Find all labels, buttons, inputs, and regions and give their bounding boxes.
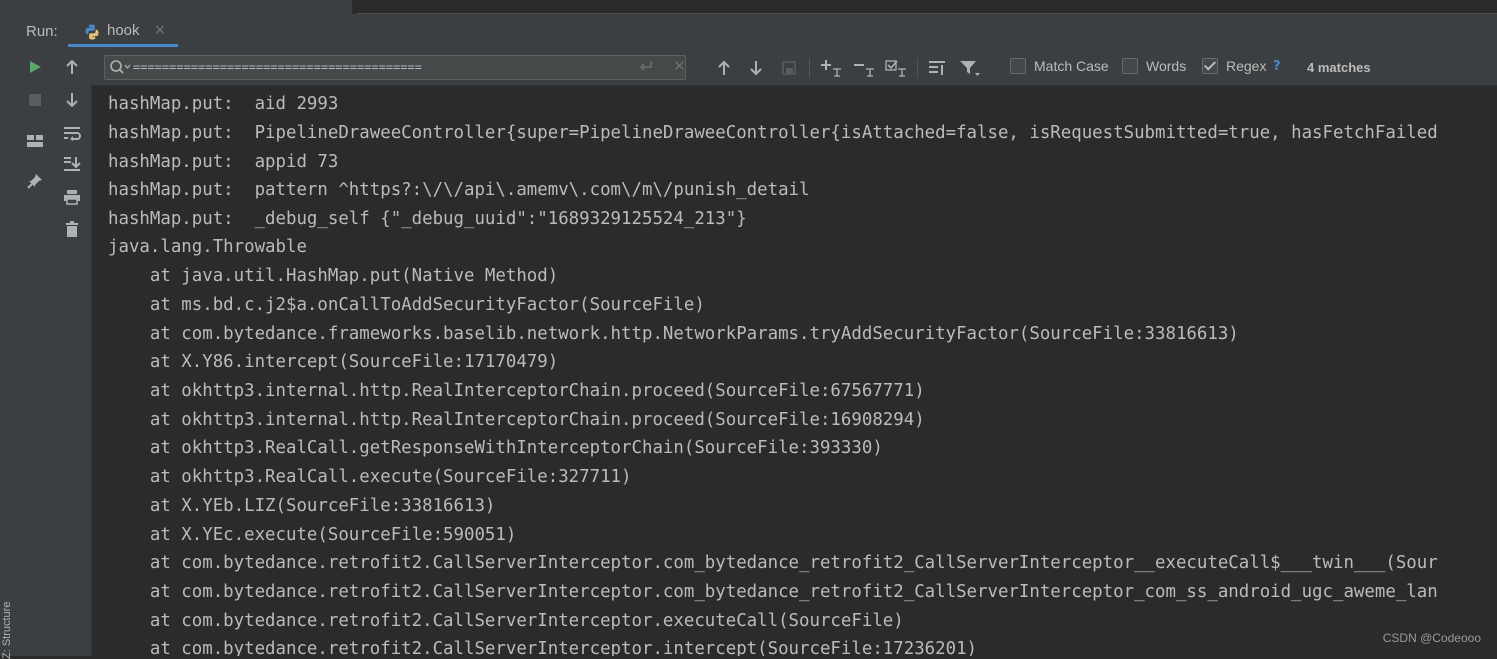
- console-line: at com.bytedance.retrofit2.CallServerInt…: [108, 553, 1438, 573]
- separator: [809, 58, 810, 78]
- words-option[interactable]: Words: [1122, 58, 1186, 74]
- filter-icon[interactable]: [957, 56, 983, 80]
- scroll-to-end-icon[interactable]: [58, 151, 86, 177]
- print-icon[interactable]: [58, 184, 86, 210]
- trash-icon[interactable]: [58, 216, 86, 242]
- words-label: Words: [1146, 58, 1187, 74]
- top-panel-edge: [0, 0, 1497, 14]
- select-all-icon[interactable]: [776, 56, 802, 80]
- console-line: at X.YEc.execute(SourceFile:590051): [108, 525, 517, 545]
- watermark: CSDN @Codeooo: [1382, 631, 1481, 645]
- soft-wrap-icon[interactable]: [58, 120, 86, 146]
- editor-area-strip: [357, 0, 1497, 14]
- console-search-bar: ✕ Match Case Words Regex ? 4 matches: [91, 50, 1497, 86]
- run-toolwindow-header: Run: hook ×: [17, 14, 1497, 51]
- newline-icon[interactable]: [637, 59, 653, 74]
- console-line: at com.bytedance.retrofit2.CallServerInt…: [108, 582, 1438, 602]
- regex-option[interactable]: Regex: [1202, 58, 1266, 74]
- search-input[interactable]: [133, 58, 623, 76]
- python-icon: [85, 24, 99, 40]
- words-checkbox[interactable]: [1122, 58, 1138, 74]
- console-line: at com.bytedance.frameworks.baselib.netw…: [108, 324, 1239, 344]
- add-selection-icon[interactable]: [818, 56, 844, 80]
- structure-tool-button[interactable]: Z: Structure: [1, 602, 13, 659]
- console-line: at okhttp3.RealCall.getResponseWithInter…: [108, 438, 883, 458]
- console-line: at okhttp3.RealCall.execute(SourceFile:3…: [108, 467, 632, 487]
- console-line: at X.Y86.intercept(SourceFile:17170479): [108, 352, 559, 372]
- tab-label: hook: [107, 22, 140, 39]
- filter-settings-icon[interactable]: [924, 56, 950, 80]
- tab-hook[interactable]: hook ×: [68, 14, 178, 47]
- close-icon[interactable]: ×: [154, 22, 166, 38]
- console-line: at okhttp3.internal.http.RealInterceptor…: [108, 410, 925, 430]
- active-tab-indicator: [68, 44, 178, 47]
- console-line: hashMap.put: pattern ^https?:\/\/api\.am…: [108, 180, 810, 200]
- console-line: at com.bytedance.retrofit2.CallServerInt…: [108, 639, 978, 656]
- console-line: hashMap.put: aid 2993: [108, 94, 339, 114]
- run-icon[interactable]: [21, 54, 49, 80]
- match-case-label: Match Case: [1034, 58, 1109, 74]
- run-toolbar-right: [54, 50, 92, 656]
- stop-icon[interactable]: [21, 87, 49, 113]
- console-line: java.lang.Throwable: [108, 237, 307, 257]
- console-line: at okhttp3.internal.http.RealInterceptor…: [108, 381, 925, 401]
- console-line: hashMap.put: appid 73: [108, 152, 339, 172]
- match-case-checkbox[interactable]: [1010, 58, 1026, 74]
- toggle-selection-icon[interactable]: [883, 56, 909, 80]
- regex-checkbox[interactable]: [1202, 58, 1218, 74]
- run-toolbar-left: [17, 50, 55, 656]
- remove-selection-icon[interactable]: [851, 56, 877, 80]
- console-line: at com.bytedance.retrofit2.CallServerInt…: [108, 611, 904, 631]
- down-arrow-icon[interactable]: [58, 87, 86, 113]
- separator: [917, 58, 918, 78]
- search-field[interactable]: ✕: [104, 55, 686, 80]
- match-count: 4 matches: [1307, 60, 1371, 75]
- run-label: Run:: [26, 23, 58, 40]
- layout-icon[interactable]: [21, 128, 49, 154]
- pin-icon[interactable]: [21, 168, 49, 194]
- console-line: hashMap.put: PipelineDraweeController{su…: [108, 123, 1438, 143]
- regex-label: Regex: [1226, 58, 1267, 74]
- left-tool-stripe: Z: Structure: [0, 14, 18, 659]
- next-occurrence-icon[interactable]: [743, 56, 769, 80]
- console-output[interactable]: hashMap.put: aid 2993 hashMap.put: Pipel…: [92, 86, 1497, 656]
- clear-icon[interactable]: ✕: [673, 57, 686, 75]
- up-arrow-icon[interactable]: [58, 54, 86, 80]
- console-line: at X.YEb.LIZ(SourceFile:33816613): [108, 496, 496, 516]
- console-line: at ms.bd.c.j2$a.onCallToAddSecurityFacto…: [108, 295, 705, 315]
- prev-occurrence-icon[interactable]: [711, 56, 737, 80]
- search-icon: [110, 60, 131, 74]
- regex-help-link[interactable]: ?: [1273, 59, 1281, 74]
- console-line: at java.util.HashMap.put(Native Method): [108, 266, 559, 286]
- match-case-option[interactable]: Match Case: [1010, 58, 1109, 74]
- console-line: hashMap.put: _debug_self {"_debug_uuid":…: [108, 209, 747, 229]
